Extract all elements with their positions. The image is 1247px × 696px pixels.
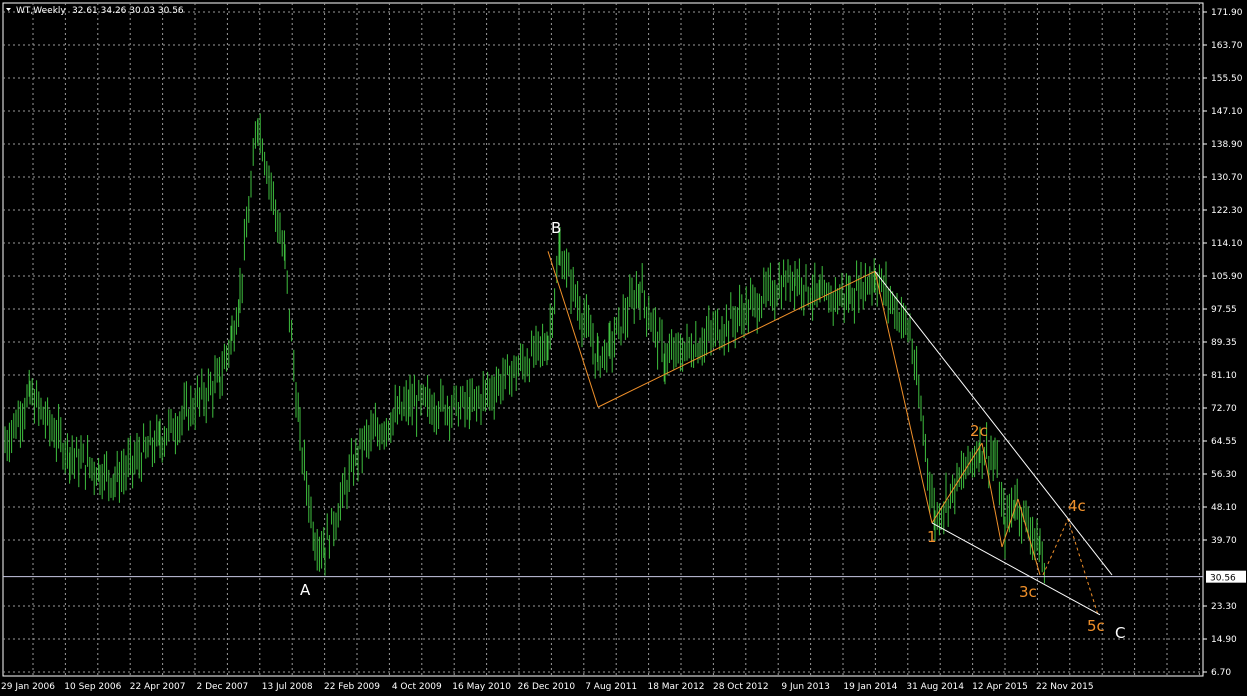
- y-tick-label: 6.70: [1211, 668, 1231, 678]
- x-tick-label: 28 Oct 2012: [713, 682, 769, 692]
- y-tick-label: 64.55: [1211, 437, 1237, 447]
- trend-line: [931, 522, 1101, 616]
- wave-label: B: [551, 219, 561, 237]
- y-tick-label: 114.10: [1211, 239, 1243, 249]
- wave-labels: A B 1 2c 3c 4c 5c C: [300, 219, 1125, 642]
- y-tick-label: 138.90: [1211, 140, 1243, 150]
- y-tick-label: 72.70: [1211, 404, 1237, 414]
- ohlc-label: 32.61 34.26 30.03 30.56: [72, 6, 184, 16]
- trend-line: [874, 270, 1113, 576]
- plot-frame: [2, 2, 1204, 677]
- price-chart[interactable]: 171.90 163.70 155.50 147.10 138.90 130.70 122.…: [0, 0, 1247, 696]
- y-tick-label: 39.70: [1211, 536, 1237, 546]
- wave-label: 1: [927, 528, 937, 546]
- chart-menu-arrow-icon[interactable]: [6, 8, 11, 11]
- y-tick-label: 171.90: [1211, 8, 1243, 18]
- x-tick-label: 13 Jul 2008: [262, 682, 313, 692]
- y-tick-label: 14.90: [1211, 635, 1237, 645]
- y-tick-label: 48.10: [1211, 503, 1237, 513]
- y-tick-label: 147.10: [1211, 107, 1243, 117]
- wave-projection: [1067, 518, 1099, 616]
- x-tick-label: 29 Jan 2006: [1, 682, 55, 692]
- wave-label: 4c: [1068, 497, 1086, 515]
- y-tick-label: 97.55: [1211, 305, 1237, 315]
- y-tick-label: 163.70: [1211, 41, 1243, 51]
- y-tick-label: 155.50: [1211, 74, 1243, 84]
- x-tick-label: 2 Dec 2007: [197, 682, 249, 692]
- wave-projection: [1042, 518, 1069, 576]
- wave-label: 5c: [1087, 617, 1105, 635]
- wave-label: 2c: [970, 422, 988, 440]
- y-tick-label: 56.30: [1211, 470, 1237, 480]
- y-tick-label: 122.30: [1211, 206, 1243, 216]
- y-tick-label: 23.30: [1211, 602, 1237, 612]
- x-tick-label: 12 Apr 2015: [972, 682, 1028, 692]
- chart-header: WT,Weekly 32.61 34.26 30.03 30.56: [6, 6, 184, 16]
- symbol-label: WT,Weekly: [16, 6, 66, 16]
- x-tick-label: 4 Oct 2009: [392, 682, 442, 692]
- x-tick-label: 18 Mar 2012: [647, 682, 704, 692]
- wave-label: 3c: [1019, 583, 1037, 601]
- x-tick-label: 19 Jan 2014: [843, 682, 897, 692]
- candle-series: [4, 113, 1045, 584]
- chart-window[interactable]: 171.90 163.70 155.50 147.10 138.90 130.70 122.…: [0, 0, 1247, 696]
- wave-lines: [3, 251, 1203, 616]
- x-tick-label: 16 May 2010: [452, 682, 511, 692]
- y-tick-label: 81.10: [1211, 371, 1237, 381]
- x-tick-label: 22 Feb 2009: [324, 682, 380, 692]
- wave-segment: [931, 442, 983, 524]
- y-tick-label: 105.90: [1211, 272, 1243, 282]
- x-tick-label: 31 Aug 2014: [906, 682, 964, 692]
- x-tick-label: 26 Dec 2010: [518, 682, 576, 692]
- x-tick-label: 10 Sep 2006: [64, 682, 121, 692]
- wave-label: A: [300, 581, 311, 599]
- wave-label: C: [1115, 624, 1125, 642]
- current-price-label: 30.56: [1210, 574, 1236, 584]
- grid: [2, 2, 1204, 677]
- y-tick-label: 130.70: [1211, 173, 1243, 183]
- x-tick-label: 7 Aug 2011: [585, 682, 637, 692]
- y-tick-label: 89.35: [1211, 338, 1237, 348]
- x-tick-label: 22 Apr 2007: [130, 682, 186, 692]
- x-tick-label: 22 Nov 2015: [1036, 682, 1094, 692]
- x-tick-label: 9 Jun 2013: [781, 682, 829, 692]
